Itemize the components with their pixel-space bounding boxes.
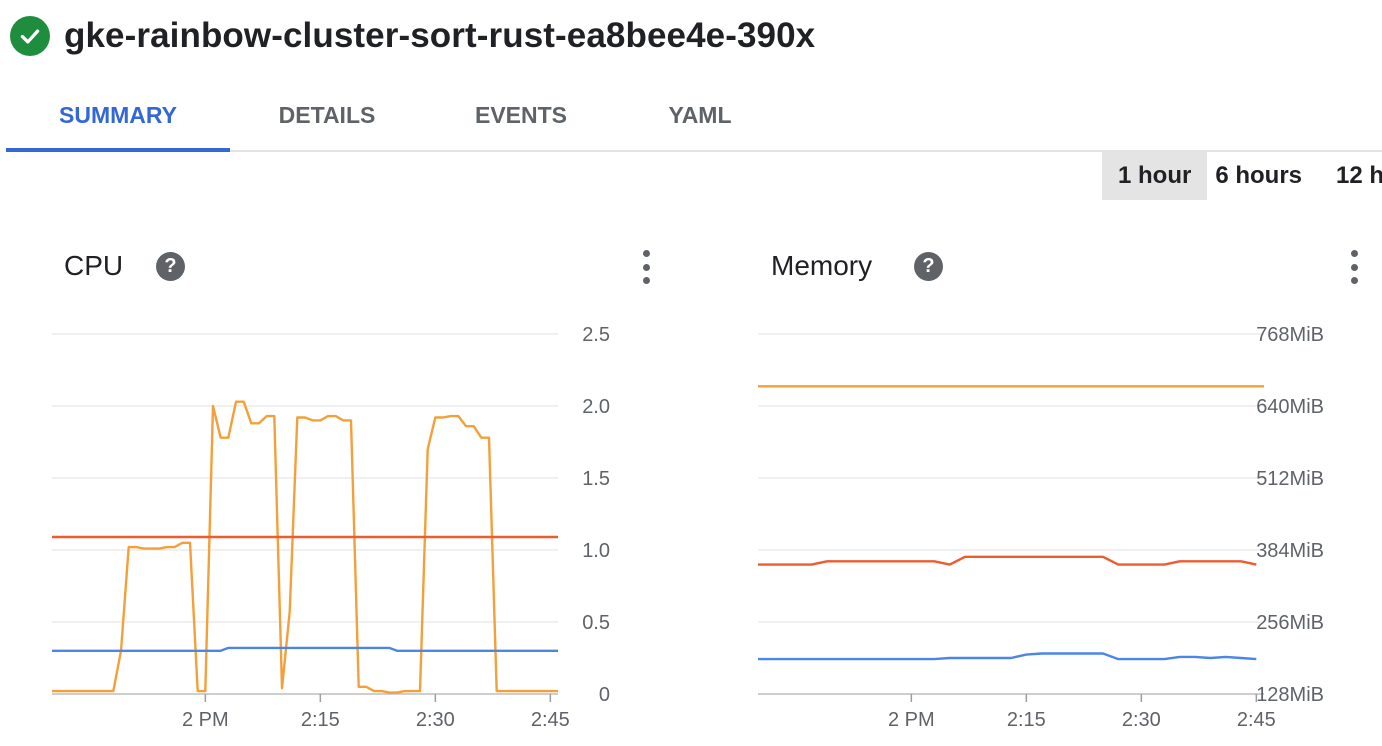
cpu-y-tick-label: 1.0	[582, 540, 610, 562]
memory-x-tick-label: 2:15	[1007, 709, 1046, 731]
page-header: gke-rainbow-cluster-sort-rust-ea8bee4e-3…	[10, 12, 815, 60]
memory-x-tick-label: 2:30	[1122, 709, 1161, 731]
range-option-12-hours[interactable]: 12 hours	[1318, 152, 1382, 200]
time-range-selector: 1 hour 6 hours 12 hours	[1102, 152, 1382, 200]
page-title: gke-rainbow-cluster-sort-rust-ea8bee4e-3…	[64, 16, 816, 55]
memory-y-tick-label: 768MiB	[1256, 324, 1324, 346]
cpu-x-tick-label: 2:15	[301, 709, 340, 731]
cpu-more-options-icon[interactable]	[640, 250, 652, 284]
cpu-help-icon[interactable]: ?	[156, 252, 185, 281]
cpu-series-line-3	[52, 646, 558, 652]
memory-series-line-2	[758, 555, 1257, 566]
check-circle-icon	[10, 16, 50, 56]
memory-help-icon[interactable]: ?	[914, 252, 943, 281]
range-option-1-hour[interactable]: 1 hour	[1102, 152, 1208, 200]
memory-more-options-icon[interactable]	[1348, 250, 1360, 284]
memory-y-tick-label: 384MiB	[1256, 540, 1324, 562]
memory-y-tick-label: 512MiB	[1256, 468, 1324, 490]
cpu-y-tick-label: 2.5	[582, 324, 610, 346]
tab-details[interactable]: DETAILS	[230, 80, 424, 150]
memory-chart: 128MiB 256MiB 384MiB 512MiB 640MiB 768MiB 2 PM…	[758, 324, 1324, 731]
cpu-x-tick-label: 2:45	[531, 709, 570, 731]
cpu-y-tick-label: 2.0	[582, 396, 610, 418]
memory-x-tick-label: 2:45	[1237, 709, 1276, 731]
cpu-x-tick-label: 2 PM	[182, 709, 229, 731]
cpu-y-tick-label: 1.5	[582, 468, 610, 490]
cpu-panel-title: CPU	[64, 250, 124, 281]
memory-y-tick-label: 128MiB	[1256, 684, 1324, 706]
cpu-y-tick-label: 0.5	[582, 612, 610, 634]
tab-summary[interactable]: SUMMARY	[6, 80, 230, 152]
tab-yaml[interactable]: YAML	[618, 80, 782, 150]
cpu-y-tick-label: 0	[599, 684, 610, 706]
range-option-6-hours[interactable]: 6 hours	[1207, 152, 1318, 200]
memory-y-tick-label: 256MiB	[1256, 612, 1324, 634]
memory-panel-title: Memory	[771, 250, 873, 281]
tab-events[interactable]: EVENTS	[424, 80, 618, 150]
tab-bar: SUMMARY DETAILS EVENTS YAML	[6, 80, 1382, 152]
memory-y-tick-label: 640MiB	[1256, 396, 1324, 418]
memory-series-line-3	[758, 652, 1257, 661]
cpu-chart: 0 0.5 1.0 1.5 2.0 2.5 2 PM 2:15 2:30 2:45	[52, 324, 610, 731]
memory-x-tick-label: 2 PM	[888, 709, 935, 731]
cpu-x-tick-label: 2:30	[416, 709, 455, 731]
